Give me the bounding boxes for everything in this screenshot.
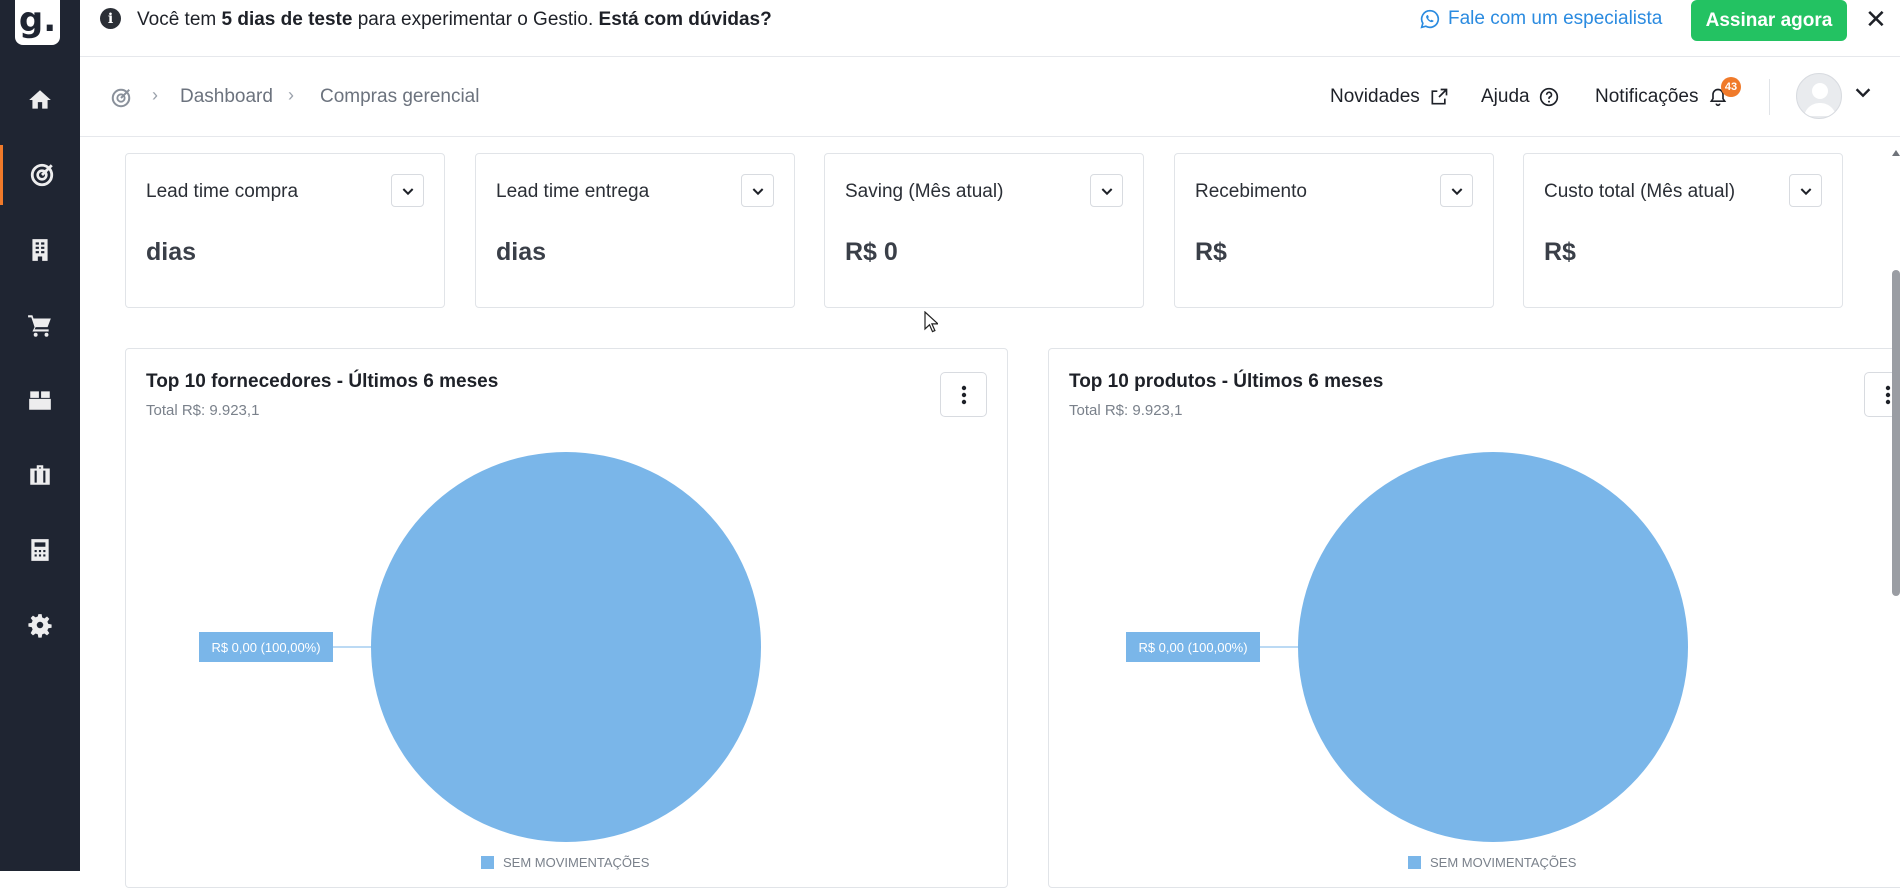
pie-chart: R$ 0,00 (100,00%) SEM MOVIMENTAÇÕES <box>199 452 761 870</box>
kpi-title: Lead time entrega <box>496 181 650 202</box>
scrollbar-thumb[interactable] <box>1892 270 1900 596</box>
specialist-link-label: Fale com um especialista <box>1448 8 1663 29</box>
legend-label[interactable]: SEM MOVIMENTAÇÕES <box>1430 855 1577 870</box>
sidebar-item-finance[interactable] <box>0 520 80 580</box>
chevron-down-icon <box>1451 187 1462 195</box>
legend-label[interactable]: SEM MOVIMENTAÇÕES <box>503 855 650 870</box>
news-link[interactable]: Novidades <box>1330 86 1449 108</box>
kpi-card-lead-time-delivery: Lead time entrega dias <box>475 153 795 308</box>
sidebar-item-inventory[interactable] <box>0 370 80 430</box>
kpi-dropdown-button[interactable] <box>391 174 424 207</box>
kpi-dropdown-button[interactable] <box>1789 174 1822 207</box>
external-link-icon <box>1431 88 1448 105</box>
sidebar: g. <box>0 0 80 871</box>
breadcrumb-dashboard[interactable]: Dashboard <box>180 86 273 108</box>
sidebar-item-companies[interactable] <box>0 220 80 280</box>
banner-trial-days: 5 dias de teste <box>221 9 353 30</box>
chevron-down-icon <box>752 187 763 195</box>
legend-swatch <box>1408 856 1421 869</box>
breadcrumb-current: Compras gerencial <box>320 86 480 107</box>
banner-text-prefix: Você tem <box>137 9 222 30</box>
breadcrumb-separator: › <box>152 85 158 105</box>
info-icon: i <box>100 8 121 29</box>
banner-close-icon[interactable]: ✕ <box>1865 4 1887 35</box>
sidebar-item-purchases[interactable] <box>0 295 80 355</box>
kpi-value: R$ 0 <box>845 238 898 266</box>
divider <box>1769 79 1770 115</box>
box-icon <box>29 391 51 410</box>
mouse-cursor-icon <box>924 311 938 333</box>
kpi-value: R$ <box>1544 238 1576 266</box>
pie-slice[interactable] <box>371 452 761 842</box>
pie-data-label: R$ 0,00 (100,00%) <box>211 640 320 655</box>
kpi-card-receiving: Recebimento R$ <box>1174 153 1494 308</box>
pie-chart: R$ 0,00 (100,00%) SEM MOVIMENTAÇÕES <box>1126 452 1688 870</box>
logo-letter: g. <box>18 0 57 40</box>
cart-icon <box>28 315 51 337</box>
question-circle-icon <box>1539 87 1558 107</box>
chevron-down-icon <box>402 187 413 195</box>
notifications-count-badge: 43 <box>1721 77 1741 97</box>
whatsapp-icon <box>1420 9 1440 29</box>
kpi-title: Lead time compra <box>146 181 299 202</box>
calculator-icon <box>31 539 49 561</box>
help-link[interactable]: Ajuda <box>1481 86 1559 108</box>
trial-banner: i Você tem 5 dias de teste para experime… <box>80 0 1900 57</box>
building-icon <box>32 239 48 261</box>
home-icon <box>29 90 51 109</box>
chevron-down-icon <box>1800 187 1811 195</box>
kpi-card-total-cost: Custo total (Mês atual) R$ <box>1523 153 1843 308</box>
scrollbar-up-arrow[interactable] <box>1892 145 1900 156</box>
user-placeholder-icon <box>1804 83 1836 116</box>
subscribe-now-button[interactable]: Assinar agora <box>1691 0 1847 41</box>
user-avatar[interactable] <box>1796 73 1842 119</box>
breadcrumb-home-icon[interactable] <box>110 87 132 109</box>
sidebar-item-settings[interactable] <box>0 595 80 655</box>
briefcase-icon <box>30 465 50 485</box>
breadcrumb-separator: › <box>288 85 294 105</box>
kpi-dropdown-button[interactable] <box>741 174 774 207</box>
legend-swatch <box>481 856 494 869</box>
kpi-card-lead-time-purchase: Lead time compra dias <box>125 153 445 308</box>
kpi-title: Custo total (Mês atual) <box>1544 181 1736 202</box>
sidebar-item-home[interactable] <box>0 70 80 130</box>
pie-slice[interactable] <box>1298 452 1688 842</box>
trial-banner-text: Você tem 5 dias de teste para experiment… <box>137 8 772 32</box>
gear-icon <box>28 614 52 638</box>
app-logo[interactable]: g. <box>15 0 60 45</box>
kpi-title: Recebimento <box>1195 181 1307 202</box>
notifications-label: Notificações <box>1595 86 1699 107</box>
kpi-title: Saving (Mês atual) <box>845 181 1004 202</box>
chevron-down-icon <box>1101 187 1112 195</box>
kpi-dropdown-button[interactable] <box>1440 174 1473 207</box>
kpi-dropdown-button[interactable] <box>1090 174 1123 207</box>
banner-question: Está com dúvidas? <box>598 9 772 30</box>
help-label: Ajuda <box>1481 86 1530 107</box>
top-bar: › Dashboard › Compras gerencial Novidade… <box>80 57 1900 137</box>
sidebar-item-dashboard[interactable] <box>0 145 80 205</box>
news-label: Novidades <box>1330 86 1420 107</box>
dashboard-target-icon <box>30 163 53 187</box>
specialist-link[interactable]: Fale com um especialista <box>1420 8 1662 30</box>
kpi-value: dias <box>496 238 547 266</box>
user-menu-chevron-icon[interactable] <box>1852 81 1874 103</box>
kpi-card-saving: Saving (Mês atual) R$ 0 <box>824 153 1144 308</box>
banner-text-middle: para experimentar o Gestio. <box>352 9 599 30</box>
sidebar-item-projects[interactable] <box>0 445 80 505</box>
kpi-value: R$ <box>1195 238 1227 266</box>
pie-data-label: R$ 0,00 (100,00%) <box>1138 640 1247 655</box>
chart-card-top-products: Top 10 produtos - Últimos 6 meses Total … <box>1048 348 1900 888</box>
notifications-button[interactable]: Notificações <box>1595 86 1728 108</box>
kpi-value: dias <box>146 238 197 266</box>
chart-card-top-suppliers: Top 10 fornecedores - Últimos 6 meses To… <box>125 348 1008 888</box>
